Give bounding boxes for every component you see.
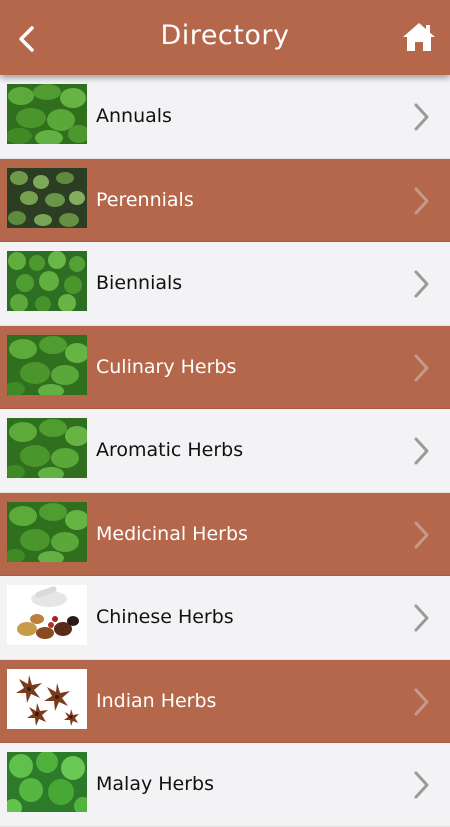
herb-thumbnail [7,752,87,812]
star-anise-image [7,668,87,729]
list-item-label: Indian Herbs [96,689,217,712]
list-item-label: Malay Herbs [96,773,214,795]
herb-thumbnail [7,334,87,395]
page-title: Directory [160,20,290,51]
leaf-image [7,418,87,478]
list-item-culinary-herbs[interactable]: Culinary Herbs [0,325,450,409]
home-icon[interactable] [402,21,436,53]
chevron-right-icon [414,771,429,799]
herb-thumbnail [7,167,87,228]
chevron-right-icon [414,354,429,381]
chevron-right-icon [414,437,429,465]
list-item-medicinal-herbs[interactable]: Medicinal Herbs [0,492,450,576]
directory-list: Annuals Perennials Biennials Culinary He… [0,75,450,827]
spice-image [7,585,87,645]
list-item-annuals[interactable]: Annuals [0,75,450,159]
list-item-label: Medicinal Herbs [96,522,248,545]
list-item-label: Chinese Herbs [96,606,234,628]
list-item-indian-herbs[interactable]: Indian Herbs [0,659,450,743]
herb-thumbnail [7,84,87,144]
leaf-image [7,167,87,228]
chevron-right-icon [414,604,429,632]
herb-thumbnail [7,251,87,311]
chevron-right-icon [414,270,429,298]
app-header: Directory [0,0,450,75]
leaf-image [7,84,87,144]
list-item-perennials[interactable]: Perennials [0,158,450,242]
leaf-image [7,251,87,311]
chevron-right-icon [414,688,429,715]
herb-thumbnail [7,668,87,729]
list-item-label: Biennials [96,272,183,294]
list-item-biennials[interactable]: Biennials [0,242,450,326]
chevron-right-icon [414,103,429,131]
list-item-chinese-herbs[interactable]: Chinese Herbs [0,576,450,660]
list-item-label: Culinary Herbs [96,355,237,378]
herb-thumbnail [7,501,87,562]
chevron-right-icon [414,187,429,214]
leaf-image [7,334,87,395]
list-item-label: Annuals [96,105,172,127]
chevron-right-icon [414,521,429,548]
list-item-malay-herbs[interactable]: Malay Herbs [0,743,450,827]
list-item-label: Perennials [96,188,194,211]
list-item-aromatic-herbs[interactable]: Aromatic Herbs [0,409,450,493]
herb-thumbnail [7,585,87,645]
herb-thumbnail [7,418,87,478]
leaf-image [7,752,87,812]
leaf-image [7,501,87,562]
list-item-label: Aromatic Herbs [96,439,244,461]
